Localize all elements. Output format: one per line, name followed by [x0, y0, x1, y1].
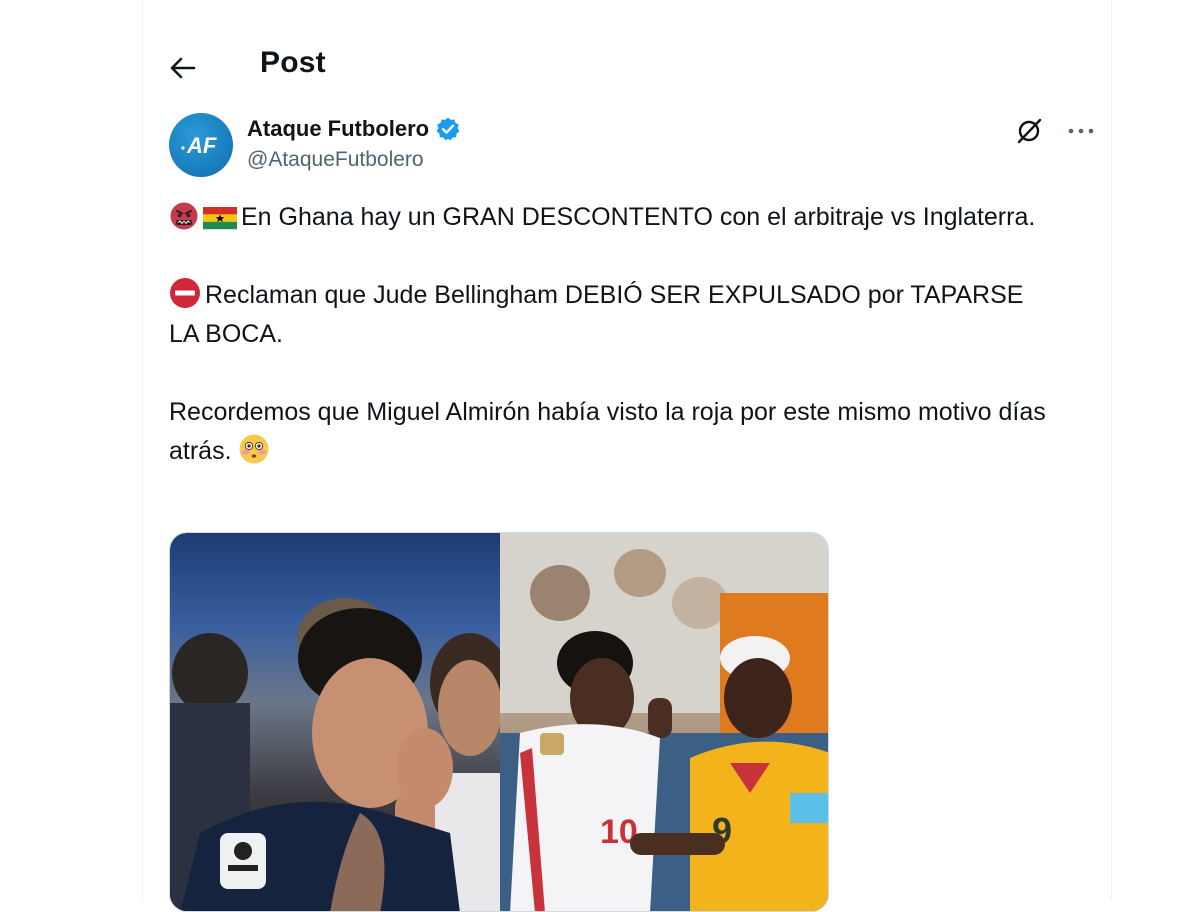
tweet-media[interactable]: 10 9	[169, 532, 829, 912]
player-covering-mouth-image	[170, 598, 510, 911]
angry-face-emoji	[170, 202, 198, 230]
arrow-left-icon	[170, 57, 196, 79]
author-handle[interactable]: @AtaqueFutbolero	[247, 148, 424, 172]
tweet-paragraph-text: Reclaman que Jude Bellingham DEBIÓ SER E…	[169, 281, 1024, 348]
tweet-paragraph: En Ghana hay un GRAN DESCONTENTO con el …	[169, 198, 1049, 237]
author-name-text: Ataque Futbolero	[247, 116, 430, 141]
back-button[interactable]	[165, 50, 201, 86]
svg-text:AF: AF	[186, 133, 217, 158]
tweet-paragraph: Recordemos que Miguel Almirón había vist…	[169, 393, 1049, 471]
post-column: Post AF Ataque Futbolero @AtaqueFutboler…	[142, 0, 1112, 912]
grok-icon	[1017, 118, 1042, 144]
brand-logo-icon: AF	[181, 133, 217, 158]
avatar[interactable]: AF	[169, 113, 233, 177]
more-icon	[1068, 128, 1094, 134]
flushed-face-emoji	[239, 434, 269, 464]
player-photo-right[interactable]: 10 9	[500, 533, 828, 911]
verified-badge-icon	[436, 117, 460, 141]
tweet-paragraph: Reclaman que Jude Bellingham DEBIÓ SER E…	[169, 276, 1049, 354]
author-display-name[interactable]: Ataque Futbolero	[247, 116, 461, 142]
tweet-paragraph-text: En Ghana hay un GRAN DESCONTENTO con el …	[241, 203, 1036, 231]
ghana-flag-emoji	[203, 207, 237, 230]
no-entry-emoji	[170, 278, 200, 308]
tweet-paragraph-text: Recordemos que Miguel Almirón había vist…	[169, 398, 1046, 465]
post-author: AF Ataque Futbolero @AtaqueFutbolero	[169, 113, 1094, 179]
player-photo-left[interactable]	[170, 533, 510, 911]
players-talking-image: 10 9	[500, 533, 828, 911]
grok-button[interactable]	[1009, 115, 1049, 147]
page-title: Post	[260, 46, 326, 79]
more-button[interactable]	[1061, 115, 1101, 147]
tweet-text: En Ghana hay un GRAN DESCONTENTO con el …	[169, 198, 1049, 510]
post-header: Post	[143, 36, 1111, 94]
